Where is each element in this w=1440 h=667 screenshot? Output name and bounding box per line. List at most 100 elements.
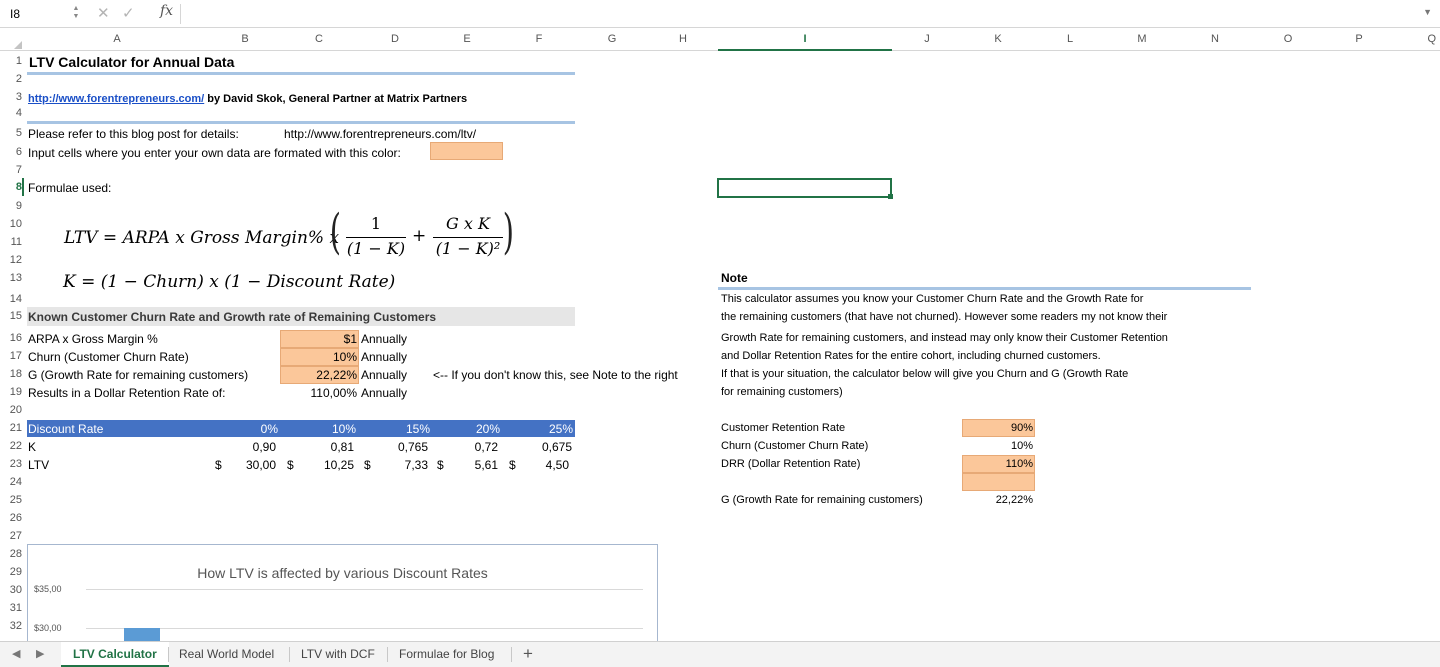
chart-title: How LTV is affected by various Discount … bbox=[197, 565, 488, 581]
column-header-e[interactable]: E bbox=[432, 28, 502, 51]
worksheet[interactable]: LTV Calculator for Annual Data http://ww… bbox=[0, 51, 1440, 654]
formula-input[interactable] bbox=[186, 6, 1386, 22]
column-header: A B C D E F G H I J K L M N O P Q bbox=[0, 28, 1440, 51]
tab-scroll-left-icon[interactable]: ◀ bbox=[12, 647, 20, 660]
k-value-1: 0,81 bbox=[330, 440, 354, 454]
growth-label: G (Growth Rate for remaining customers) bbox=[28, 368, 249, 382]
cancel-icon[interactable]: ✕ bbox=[97, 4, 110, 22]
column-header-b[interactable]: B bbox=[210, 28, 280, 51]
y-tick-label-35: $35,00 bbox=[34, 584, 62, 594]
column-header-l[interactable]: L bbox=[1034, 28, 1106, 51]
refer-url[interactable]: http://www.forentrepreneurs.com/ltv/ bbox=[284, 127, 476, 141]
ltv-row-label: LTV bbox=[28, 458, 50, 472]
frac2-bar bbox=[433, 237, 503, 238]
ltv-value-4: 4,50 bbox=[545, 458, 569, 472]
note-line-3: Growth Rate for remaining customers, and… bbox=[721, 332, 1168, 344]
churn-unit: Annually bbox=[361, 350, 408, 364]
note-line-6: for remaining customers) bbox=[721, 386, 843, 398]
fill-handle[interactable] bbox=[888, 194, 893, 199]
sheet-tab-bar: ◀ ▶ LTV Calculator Real World Model LTV … bbox=[0, 641, 1440, 667]
discount-rate-4: 25% bbox=[548, 422, 573, 436]
g-result-value: 22,22% bbox=[995, 494, 1033, 506]
ltv-currency-0: $ bbox=[215, 458, 222, 472]
active-cell-i8[interactable] bbox=[717, 178, 892, 198]
discount-rate-0: 0% bbox=[260, 422, 278, 436]
frac2-denominator: (1 − K)² bbox=[435, 239, 501, 258]
growth-value[interactable]: 22,22% bbox=[280, 368, 357, 382]
ltv-value-3: 5,61 bbox=[474, 458, 498, 472]
growth-hint: <-- If you don't know this, see Note to … bbox=[433, 368, 678, 382]
empty-input-cell[interactable] bbox=[962, 473, 1035, 491]
note-line-1: This calculator assumes you know your Cu… bbox=[721, 293, 1144, 305]
tab-ltv-with-dcf[interactable]: LTV with DCF bbox=[289, 642, 387, 667]
add-sheet-icon[interactable]: + bbox=[523, 644, 533, 664]
select-all-corner[interactable] bbox=[0, 28, 24, 51]
plus-sign: + bbox=[412, 226, 427, 246]
select-all-icon bbox=[14, 41, 22, 49]
formula-bar-separator bbox=[180, 4, 181, 24]
column-header-f[interactable]: F bbox=[502, 28, 576, 51]
retention-rate-label: Customer Retention Rate bbox=[721, 422, 846, 434]
ltv-value-2: 7,33 bbox=[404, 458, 428, 472]
arpa-value[interactable]: $1 bbox=[280, 332, 357, 346]
drr-value[interactable]: 110% bbox=[962, 458, 1033, 470]
ltv-currency-2: $ bbox=[364, 458, 371, 472]
churn-value[interactable]: 10% bbox=[280, 350, 357, 364]
gridline-35 bbox=[86, 589, 643, 590]
k-formula: K = (1 − Churn) x (1 − Discount Rate) bbox=[63, 272, 396, 292]
k-value-0: 0,90 bbox=[252, 440, 276, 454]
insert-function-icon[interactable]: fx bbox=[160, 3, 173, 19]
column-header-q[interactable]: Q bbox=[1394, 28, 1440, 51]
ltv-discount-chart[interactable]: How LTV is affected by various Discount … bbox=[27, 544, 658, 654]
column-header-k[interactable]: K bbox=[962, 28, 1034, 51]
frac2-numerator: G x K bbox=[446, 214, 490, 233]
input-color-swatch[interactable] bbox=[430, 142, 503, 160]
drr-result-unit: Annually bbox=[361, 386, 408, 400]
column-header-j[interactable]: J bbox=[892, 28, 962, 51]
header-rule bbox=[27, 121, 575, 124]
formula-bar: I8 ▲ ▼ ✕ ✓ fx ▼ bbox=[0, 0, 1440, 28]
drr-label: DRR (Dollar Retention Rate) bbox=[721, 458, 861, 470]
gridline-30 bbox=[86, 628, 643, 629]
drr-result-value: 110,00% bbox=[310, 386, 357, 400]
tab-real-world-model[interactable]: Real World Model bbox=[167, 642, 286, 667]
ltv-currency-4: $ bbox=[509, 458, 516, 472]
retention-rate-value[interactable]: 90% bbox=[962, 422, 1033, 434]
churn-label: Churn (Customer Churn Rate) bbox=[28, 350, 189, 364]
column-header-i[interactable]: I bbox=[718, 28, 892, 51]
blog-link[interactable]: http://www.forentrepreneurs.com/ bbox=[28, 93, 204, 105]
ltv-value-1: 10,25 bbox=[323, 458, 354, 472]
frac1-denominator: (1 − K) bbox=[346, 239, 406, 258]
k-value-2: 0,765 bbox=[397, 440, 428, 454]
tab-formulae-for-blog[interactable]: Formulae for Blog bbox=[387, 642, 506, 667]
retention-churn-label: Churn (Customer Churn Rate) bbox=[721, 440, 869, 452]
known-section-heading: Known Customer Churn Rate and Growth rat… bbox=[28, 310, 437, 324]
formulae-label: Formulae used: bbox=[28, 181, 112, 195]
column-header-o[interactable]: O bbox=[1252, 28, 1324, 51]
tab-separator bbox=[511, 647, 512, 662]
input-note: Input cells where you enter your own dat… bbox=[28, 146, 401, 160]
growth-unit: Annually bbox=[361, 368, 408, 382]
k-value-3: 0,72 bbox=[474, 440, 498, 454]
frac1-numerator: 1 bbox=[370, 214, 382, 233]
column-header-c[interactable]: C bbox=[280, 28, 358, 51]
byline-text: by David Skok, General Partner at Matrix… bbox=[204, 93, 468, 105]
column-header-a[interactable]: A bbox=[24, 28, 210, 51]
left-paren-icon: ( bbox=[329, 204, 341, 260]
column-header-m[interactable]: M bbox=[1106, 28, 1178, 51]
tab-scroll-right-icon[interactable]: ▶ bbox=[36, 647, 44, 660]
column-header-n[interactable]: N bbox=[1178, 28, 1252, 51]
note-line-2: the remaining customers (that have not c… bbox=[721, 311, 1168, 323]
byline-row: http://www.forentrepreneurs.com/ by Davi… bbox=[28, 91, 467, 105]
y-tick-label-30: $30,00 bbox=[34, 623, 62, 633]
enter-check-icon[interactable]: ✓ bbox=[122, 4, 135, 22]
name-box-stepper-icon[interactable]: ▲ ▼ bbox=[72, 5, 80, 21]
tab-ltv-calculator[interactable]: LTV Calculator bbox=[61, 642, 169, 667]
ltv-currency-3: $ bbox=[437, 458, 444, 472]
formula-bar-expand-icon[interactable]: ▼ bbox=[1423, 7, 1432, 17]
column-header-g[interactable]: G bbox=[576, 28, 648, 51]
column-header-d[interactable]: D bbox=[358, 28, 432, 51]
column-header-p[interactable]: P bbox=[1324, 28, 1394, 51]
column-header-h[interactable]: H bbox=[648, 28, 718, 51]
retention-churn-value: 10% bbox=[1010, 440, 1033, 452]
